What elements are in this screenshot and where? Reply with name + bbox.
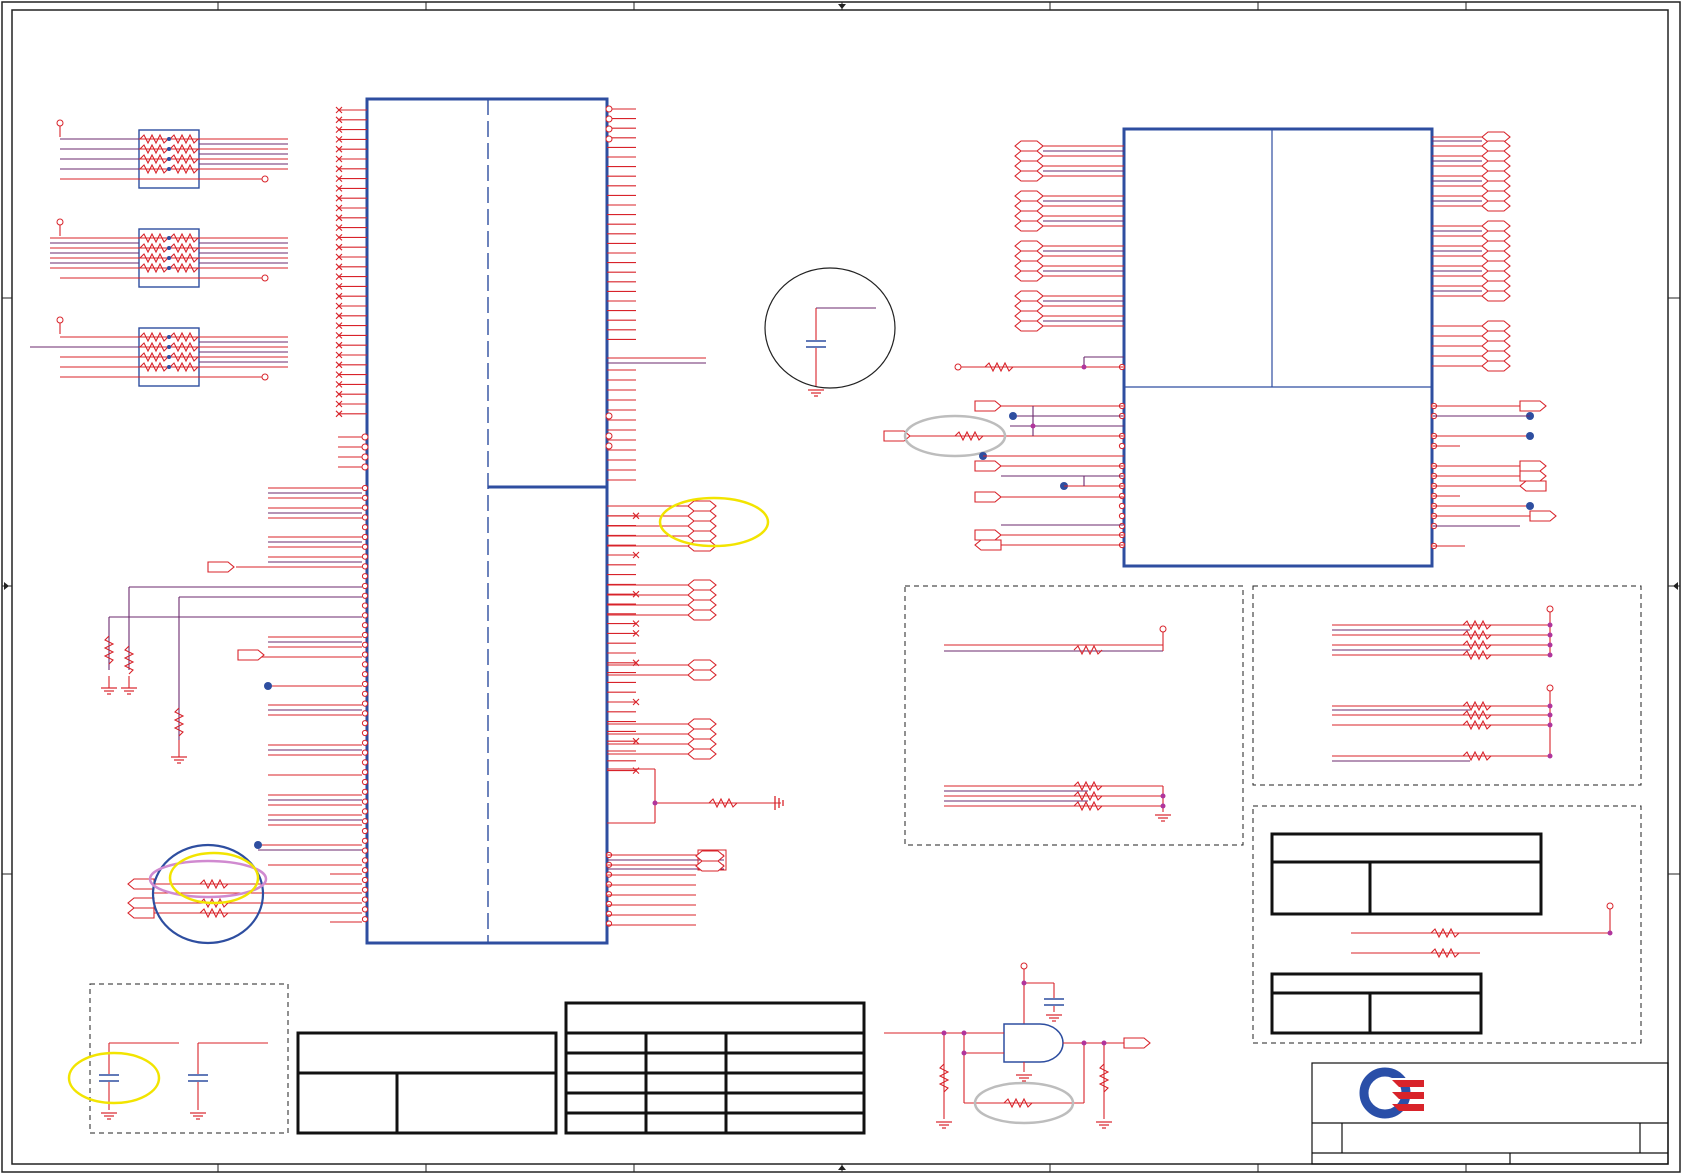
secondary-ic (1014, 127, 1511, 568)
series-resistors-group (127, 843, 362, 945)
and-gate-circuit (884, 962, 1151, 1129)
secondary-ic-misc-nets (883, 356, 1557, 551)
pull-resistor-block-a (904, 585, 1244, 846)
resistor-pack-3 (30, 316, 288, 387)
differential-ports (607, 500, 717, 760)
schematic-sheet (1, 1, 1681, 1173)
resistor-pack-1 (56, 119, 288, 189)
decoupling-capacitor-callout (764, 267, 896, 397)
main-ic (335, 97, 640, 945)
option-table-block (1252, 805, 1642, 1044)
main-ic-left-nets (100, 487, 362, 866)
config-table-left (296, 1031, 558, 1135)
capacitor-block (67, 983, 289, 1134)
company-logo-icon (1359, 1067, 1425, 1119)
resistor-pack-2 (50, 218, 288, 288)
config-table-right (564, 1001, 866, 1135)
main-ic-right-nets (607, 357, 784, 926)
title-block (1311, 1062, 1669, 1165)
pull-resistor-block-b (1252, 585, 1642, 786)
